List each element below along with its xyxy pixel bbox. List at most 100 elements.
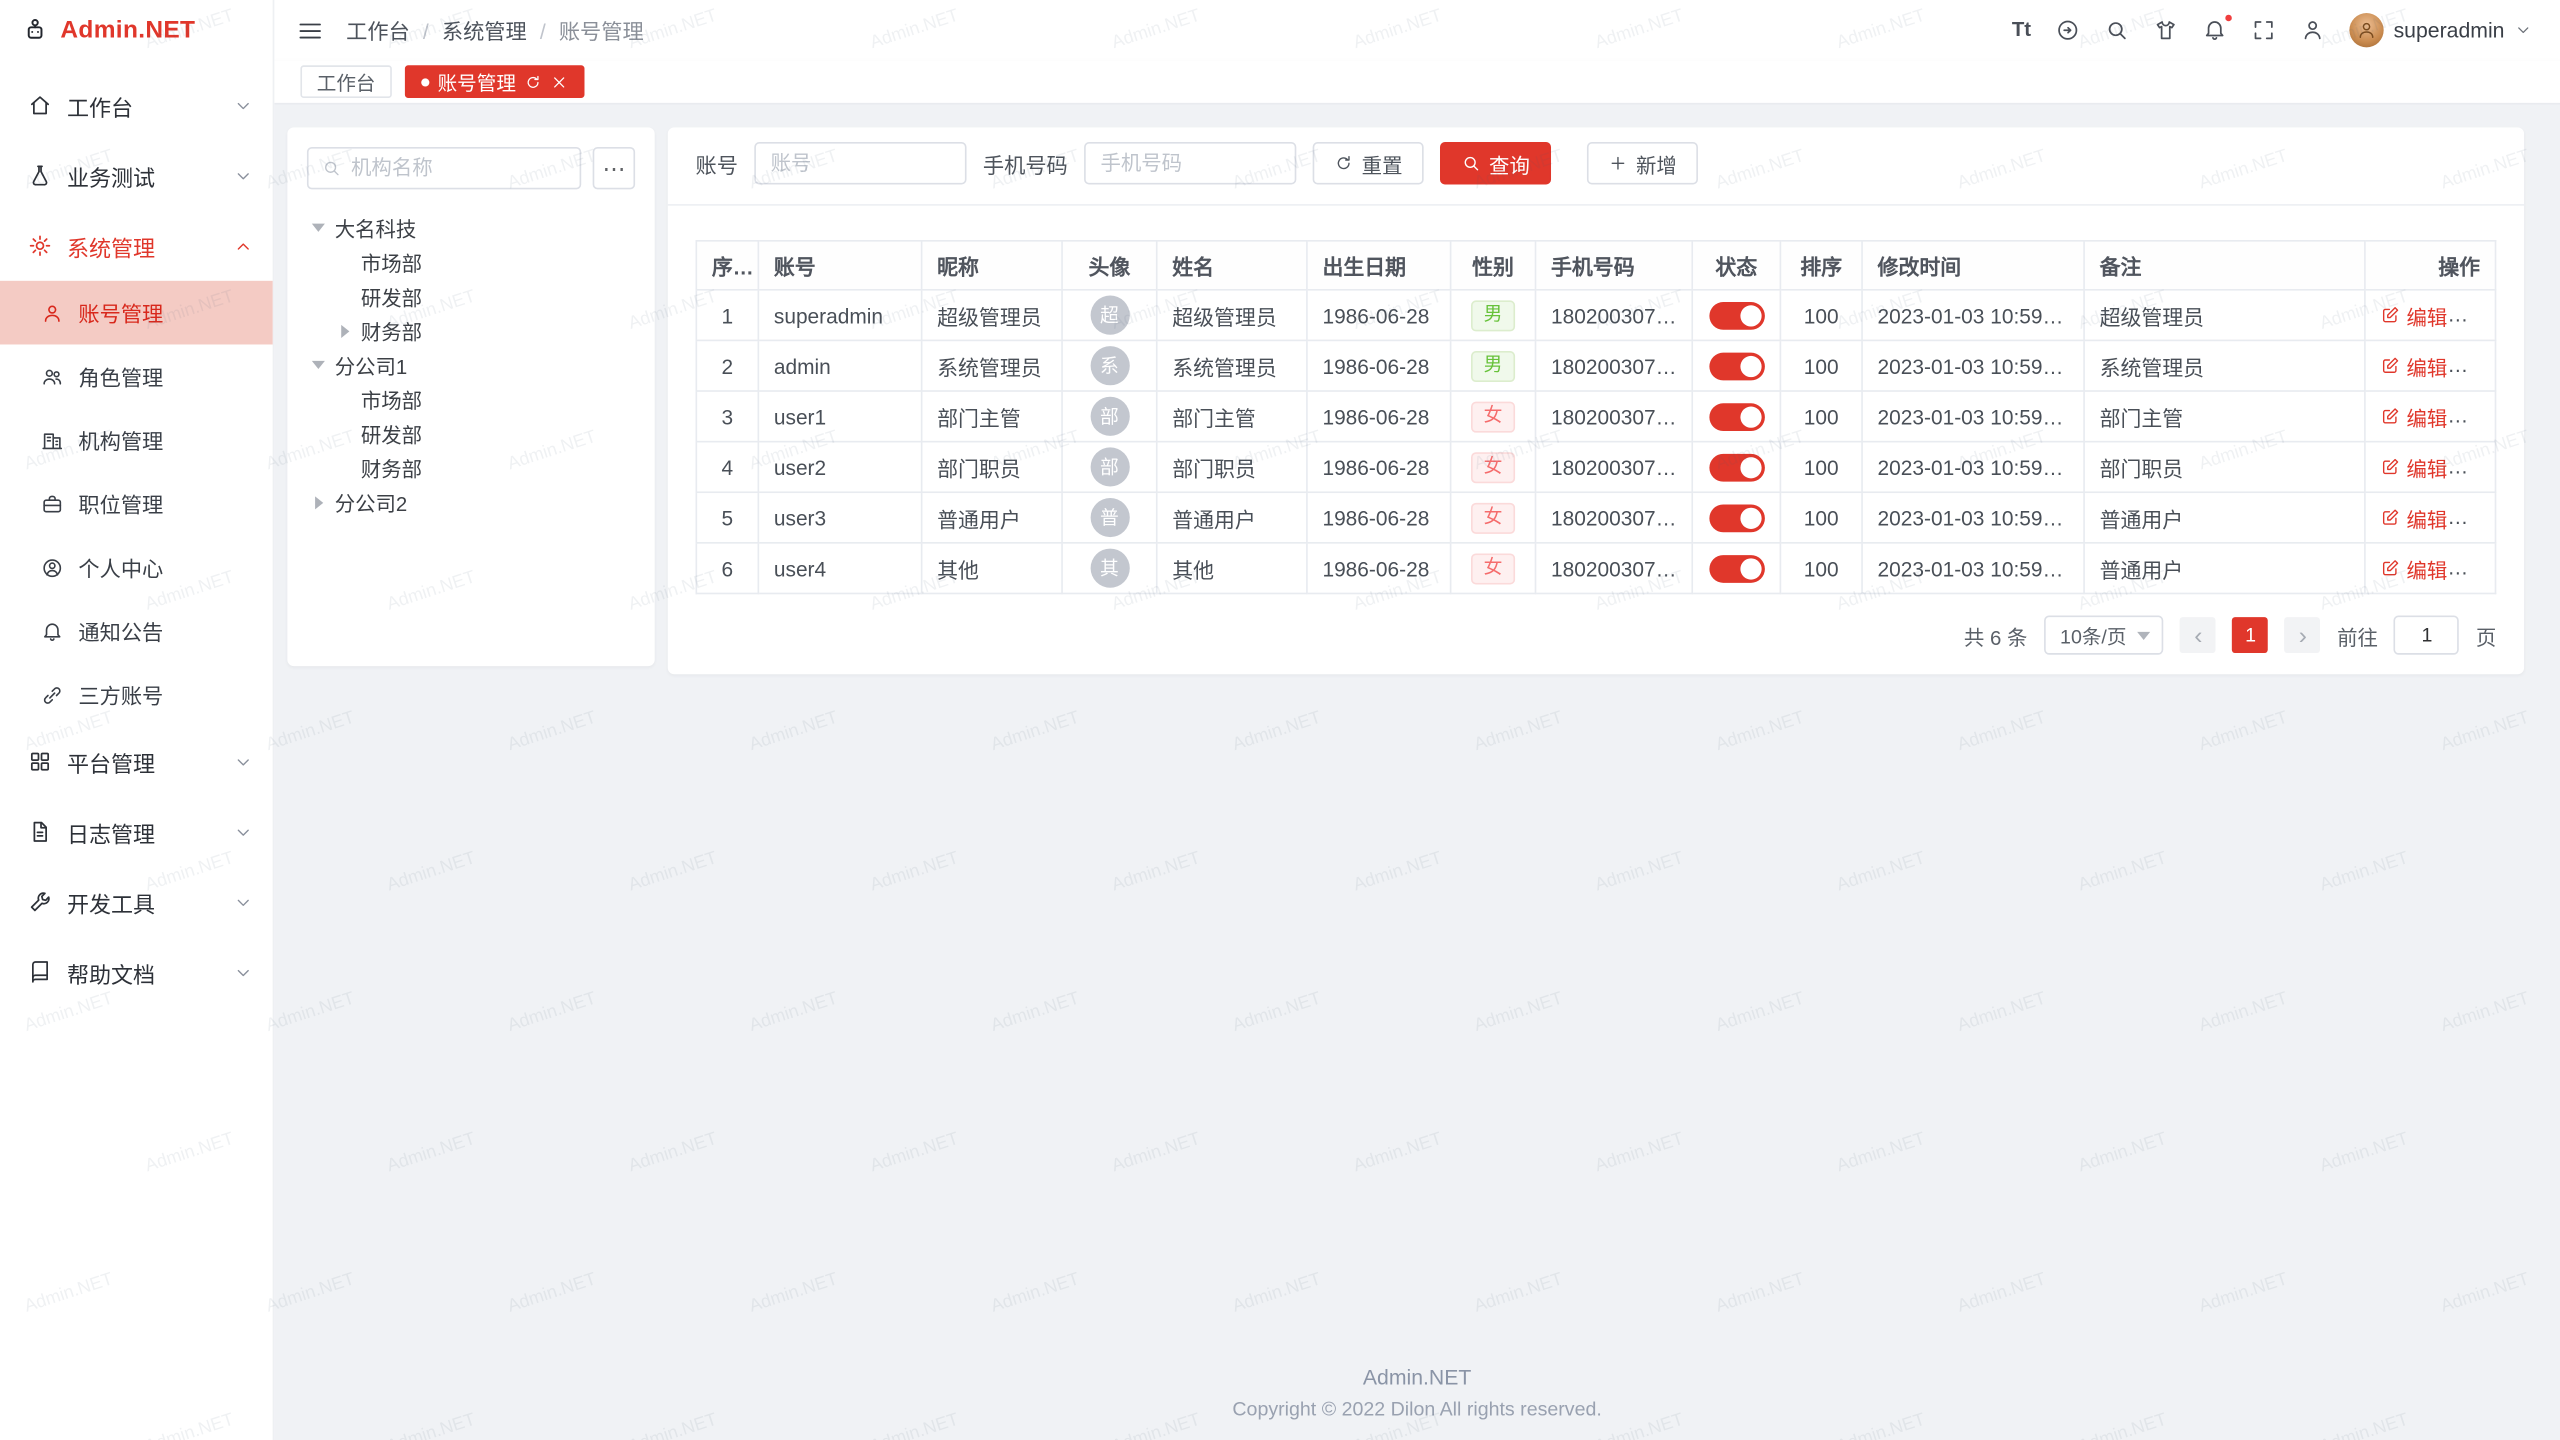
edit-button[interactable]: 编辑 — [2380, 300, 2447, 331]
sidebar-item-account-mgmt[interactable]: 账号管理 — [0, 281, 273, 345]
edit-icon — [2380, 356, 2400, 376]
cell-phone: 18020030720 — [1536, 391, 1693, 442]
add-button[interactable]: 新增 — [1587, 142, 1698, 184]
search-icon[interactable] — [2105, 18, 2129, 42]
next-page-button[interactable] — [2285, 617, 2321, 653]
sidebar-item-personal-center[interactable]: 个人中心 — [0, 536, 273, 600]
sidebar: Admin.NET 工作台 业务测试 系统管理 — [0, 0, 274, 1440]
menu-toggle-icon[interactable] — [297, 17, 323, 43]
sidebar-item-org-mgmt[interactable]: 机构管理 — [0, 408, 273, 472]
edit-button[interactable]: 编辑 — [2380, 401, 2447, 432]
toggle-knob — [1740, 305, 1761, 326]
topbar: 工作台 系统管理 账号管理 Tt super — [274, 0, 2560, 60]
page-size-select[interactable]: 10条/页 — [2044, 616, 2164, 655]
page-footer: Admin.NET Copyright © 2022 Dilon All rig… — [274, 1365, 2560, 1440]
tree-node[interactable]: 研发部 — [307, 279, 635, 313]
tab-account-mgmt[interactable]: 账号管理 — [405, 65, 585, 98]
status-toggle[interactable] — [1709, 403, 1765, 431]
chevron-down-icon — [233, 962, 253, 982]
table-row[interactable]: 6 user4 其他 其 其他 1986-06-28 女 18020030720 — [696, 543, 2495, 594]
edit-button-label: 编辑 — [2407, 451, 2448, 482]
user-menu[interactable]: superadmin — [2349, 13, 2532, 47]
sidebar-item-dev-tools[interactable]: 开发工具 — [0, 867, 273, 937]
sidebar-item-role-mgmt[interactable]: 角色管理 — [0, 344, 273, 408]
notification-bell[interactable] — [2203, 18, 2227, 42]
table-row[interactable]: 2 admin 系统管理员 系 系统管理员 1986-06-28 男 18020… — [696, 340, 2495, 391]
status-toggle[interactable] — [1709, 554, 1765, 582]
sidebar-item-log-mgmt[interactable]: 日志管理 — [0, 797, 273, 867]
search-button[interactable]: 查询 — [1440, 142, 1551, 184]
status-toggle[interactable] — [1709, 453, 1765, 481]
page-number-button[interactable]: 1 — [2233, 617, 2269, 653]
edit-button[interactable]: 编辑 — [2380, 350, 2447, 381]
table-row[interactable]: 1 superadmin 超级管理员 超 超级管理员 1986-06-28 男 … — [696, 290, 2495, 341]
sidebar-item-notice[interactable]: 通知公告 — [0, 599, 273, 663]
edit-button[interactable]: 编辑 — [2380, 451, 2447, 482]
logo[interactable]: Admin.NET — [0, 0, 273, 60]
sidebar-item-workbench[interactable]: 工作台 — [0, 70, 273, 140]
org-search-box[interactable] — [307, 147, 581, 189]
cell-mtime: 2023-01-03 10:59:44 — [1862, 340, 2084, 391]
prev-page-button[interactable] — [2180, 617, 2216, 653]
caret-right-icon[interactable] — [336, 322, 352, 338]
sidebar-item-business-test[interactable]: 业务测试 — [0, 140, 273, 210]
status-toggle[interactable] — [1709, 352, 1765, 380]
close-icon[interactable] — [550, 73, 568, 91]
toggle-knob — [1740, 507, 1761, 528]
cell-birth: 1986-06-28 — [1307, 340, 1451, 391]
account-filter-input[interactable] — [754, 142, 966, 184]
status-toggle[interactable] — [1709, 301, 1765, 329]
cell-nickname: 超级管理员 — [922, 290, 1062, 341]
cards-row: 大名科技 市场部 研发部 财务部 — [274, 104, 2560, 674]
table-row[interactable]: 3 user1 部门主管 部 部门主管 1986-06-28 女 1802003… — [696, 391, 2495, 442]
col-header: 序号 — [696, 241, 758, 290]
edit-icon — [2380, 305, 2400, 325]
fullscreen-icon[interactable] — [2252, 18, 2276, 42]
phone-filter-input[interactable] — [1084, 142, 1296, 184]
sidebar-item-position-mgmt[interactable]: 职位管理 — [0, 472, 273, 536]
tree-node[interactable]: 分公司2 — [307, 485, 635, 519]
caret-down-icon[interactable] — [310, 357, 326, 373]
sidebar-item-third-party-account[interactable]: 三方账号 — [0, 663, 273, 727]
sidebar-item-platform-mgmt[interactable]: 平台管理 — [0, 727, 273, 797]
edit-button-label: 编辑 — [2407, 350, 2448, 381]
avatar — [2349, 13, 2383, 47]
circle-arrow-icon[interactable] — [2056, 18, 2080, 42]
edit-button[interactable]: 编辑 — [2380, 553, 2447, 584]
edit-button[interactable]: 编辑 — [2380, 502, 2447, 533]
caret-down-icon[interactable] — [310, 220, 326, 236]
cell-phone: 18020030720 — [1536, 492, 1693, 543]
gender-badge: 男 — [1471, 300, 1516, 331]
col-header: 修改时间 — [1862, 241, 2084, 290]
tree-node[interactable]: 分公司1 — [307, 348, 635, 382]
table-row[interactable]: 5 user3 普通用户 普 普通用户 1986-06-28 女 1802003… — [696, 492, 2495, 543]
sidebar-item-system-mgmt[interactable]: 系统管理 — [0, 211, 273, 281]
tree-node[interactable]: 财务部 — [307, 451, 635, 485]
caret-right-icon[interactable] — [310, 494, 326, 510]
font-size-icon[interactable]: Tt — [2012, 20, 2031, 40]
breadcrumb-item[interactable]: 系统管理 — [442, 15, 559, 46]
gender-badge: 女 — [1471, 401, 1516, 432]
cell-sort: 100 — [1780, 340, 1862, 391]
users-icon — [41, 365, 64, 388]
tree-node[interactable]: 大名科技 — [307, 211, 635, 245]
tree-node[interactable]: 财务部 — [307, 313, 635, 347]
person-icon[interactable] — [2301, 18, 2325, 42]
table-row[interactable]: 4 user2 部门职员 部 部门职员 1986-06-28 女 1802003… — [696, 442, 2495, 493]
org-search-input[interactable] — [351, 157, 567, 180]
col-header: 头像 — [1062, 241, 1157, 290]
theme-icon[interactable] — [2154, 18, 2178, 42]
tree-node[interactable]: 研发部 — [307, 416, 635, 450]
reset-button[interactable]: 重置 — [1313, 142, 1424, 184]
tree-node[interactable]: 市场部 — [307, 245, 635, 279]
org-more-button[interactable] — [593, 147, 635, 189]
breadcrumb-item[interactable]: 工作台 — [346, 15, 442, 46]
tab-workbench[interactable]: 工作台 — [300, 65, 391, 98]
refresh-icon[interactable] — [524, 73, 542, 91]
status-toggle[interactable] — [1709, 504, 1765, 532]
tree-node[interactable]: 市场部 — [307, 382, 635, 416]
pagination: 共 6 条 10条/页 1 前往 页 — [696, 616, 2497, 655]
sidebar-item-help-docs[interactable]: 帮助文档 — [0, 937, 273, 1007]
goto-page-input[interactable] — [2394, 616, 2459, 655]
tree-node-label: 研发部 — [361, 281, 422, 312]
